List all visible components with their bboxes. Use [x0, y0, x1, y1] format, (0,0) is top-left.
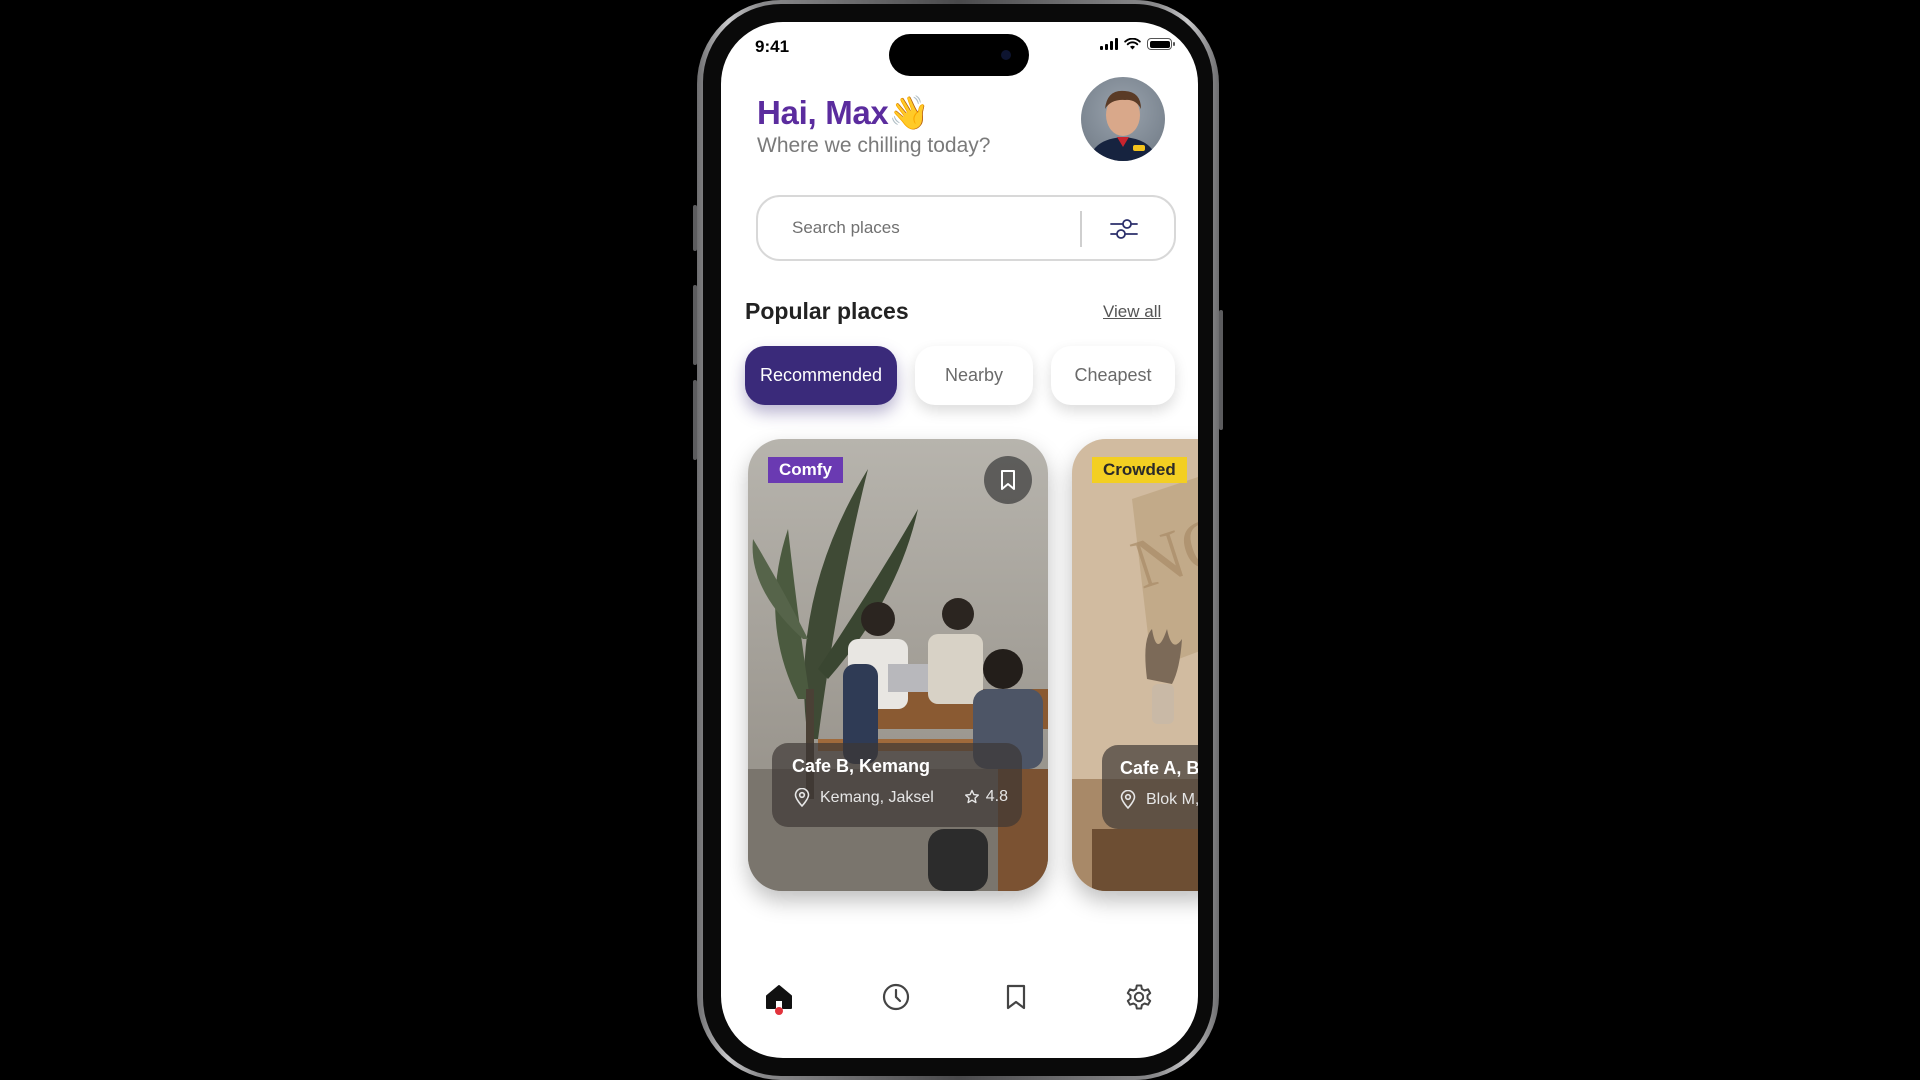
filter-button[interactable]: [1108, 213, 1140, 245]
power-button: [1219, 310, 1223, 430]
location-pin-icon: [1120, 790, 1136, 809]
place-card[interactable]: Comfy Cafe B, Kemang Kemang, Jaksel 4.8: [748, 439, 1048, 891]
place-name: Cafe A, Blok M: [1120, 758, 1198, 778]
filter-chips: Recommended Nearby Cheapest: [745, 346, 1175, 405]
place-tag: Comfy: [768, 457, 843, 483]
gear-icon: [1126, 984, 1152, 1010]
search-input[interactable]: Search places: [792, 218, 900, 238]
search-divider: [1080, 211, 1082, 247]
status-icons: [1100, 38, 1175, 50]
bookmark-icon: [1006, 984, 1026, 1010]
location-pin-icon: [794, 788, 810, 807]
app-screen: 9:41 Hai, Max👋 Where we chilling today? …: [721, 22, 1198, 1058]
place-location-text: Kemang, Jaksel: [820, 788, 934, 806]
volume-up-button: [693, 285, 697, 365]
nav-active-indicator: [775, 1007, 783, 1015]
sliders-icon: [1110, 219, 1138, 239]
nav-settings[interactable]: [1119, 977, 1159, 1017]
greeting-subtitle: Where we chilling today?: [757, 134, 991, 157]
avatar-photo: [1089, 90, 1157, 161]
place-info: Cafe A, Blok M Blok M, Jaksel: [1102, 745, 1198, 829]
side-button: [693, 205, 697, 251]
nav-saved[interactable]: [996, 977, 1036, 1017]
volume-down-button: [693, 380, 697, 460]
view-all-link[interactable]: View all: [1103, 302, 1161, 322]
status-time: 9:41: [755, 37, 790, 56]
greeting-title: Hai, Max👋: [757, 94, 930, 131]
signal-icon: [1100, 38, 1118, 50]
place-info: Cafe B, Kemang Kemang, Jaksel 4.8: [772, 743, 1022, 827]
search-bar[interactable]: Search places: [756, 195, 1176, 261]
section-title: Popular places: [745, 298, 909, 324]
place-tag: Crowded: [1092, 457, 1187, 483]
place-location: Blok M, Jaksel: [1120, 790, 1198, 809]
bottom-nav: [721, 977, 1198, 1037]
place-location: Kemang, Jaksel: [794, 788, 934, 807]
star-icon: [964, 789, 979, 804]
place-card[interactable]: NO Crowded Cafe A, Blok M Blok M, Jaksel: [1072, 439, 1198, 891]
bookmark-icon: [1001, 470, 1015, 490]
avatar[interactable]: [1081, 77, 1165, 161]
place-rating: 4.8: [964, 788, 1008, 806]
bookmark-button[interactable]: [984, 456, 1032, 504]
wifi-icon: [1124, 38, 1141, 50]
chip-cheapest[interactable]: Cheapest: [1051, 346, 1175, 405]
place-name: Cafe B, Kemang: [792, 756, 931, 776]
place-location-text: Blok M, Jaksel: [1146, 790, 1198, 808]
chip-nearby[interactable]: Nearby: [915, 346, 1033, 405]
battery-icon: [1147, 38, 1175, 50]
clock-icon: [882, 983, 910, 1011]
chip-recommended[interactable]: Recommended: [745, 346, 897, 405]
dynamic-island: [889, 34, 1029, 76]
nav-history[interactable]: [876, 977, 916, 1017]
place-rating-value: 4.8: [985, 788, 1008, 805]
